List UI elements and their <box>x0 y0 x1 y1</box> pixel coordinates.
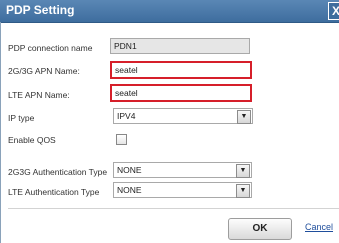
auth-2g3g-select[interactable]: NONE ▼ <box>113 162 252 178</box>
ip-type-label: IP type <box>8 113 35 123</box>
ip-type-select[interactable]: IPV4 ▼ <box>113 108 253 124</box>
auth-2g3g-label: 2G3G Authentication Type <box>8 167 108 177</box>
dropdown-arrow-icon[interactable]: ▼ <box>236 184 250 198</box>
dialog-left-border <box>0 22 1 243</box>
cancel-link[interactable]: Cancel <box>305 222 333 232</box>
close-button[interactable]: X <box>328 2 339 20</box>
dialog-title: PDP Setting <box>6 3 75 17</box>
auth-2g3g-value: NONE <box>117 165 142 175</box>
dropdown-arrow-icon[interactable]: ▼ <box>236 164 250 178</box>
pdp-connection-name-field: PDN1 <box>110 38 250 54</box>
ok-button[interactable]: OK <box>228 218 292 240</box>
pdp-connection-name-label: PDP connection name <box>8 43 93 53</box>
enable-qos-label: Enable QOS <box>8 135 56 145</box>
dialog-titlebar: PDP Setting X <box>0 0 339 23</box>
apn-2g3g-input[interactable]: seatel <box>110 61 252 79</box>
footer-divider <box>8 208 339 209</box>
apn-2g3g-label: 2G/3G APN Name: <box>8 66 80 76</box>
auth-lte-value: NONE <box>117 185 142 195</box>
dropdown-arrow-icon[interactable]: ▼ <box>237 110 251 124</box>
auth-lte-label: LTE Authentication Type <box>8 187 100 197</box>
enable-qos-checkbox[interactable] <box>116 134 127 145</box>
apn-lte-input[interactable]: seatel <box>110 84 252 102</box>
ip-type-value: IPV4 <box>117 111 136 121</box>
apn-lte-label: LTE APN Name: <box>8 90 70 100</box>
auth-lte-select[interactable]: NONE ▼ <box>113 182 252 198</box>
